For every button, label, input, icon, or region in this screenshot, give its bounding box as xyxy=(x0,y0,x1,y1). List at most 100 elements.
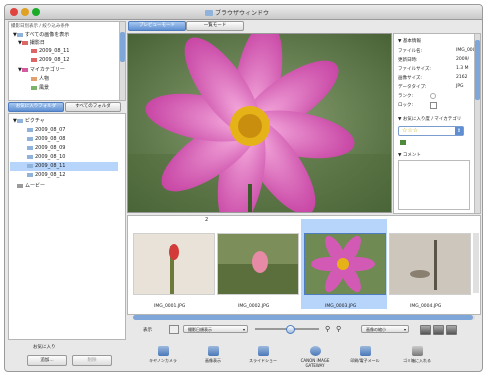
category-icon[interactable] xyxy=(400,140,406,145)
tab-list-mode[interactable]: 一覧モード xyxy=(186,21,244,31)
favorites-label: お気に入り xyxy=(33,345,56,350)
folder-icon xyxy=(27,172,33,177)
camera-icon xyxy=(157,346,169,356)
filter-label: 人物 xyxy=(39,76,50,82)
filter-label: 風景 xyxy=(39,85,50,91)
header-label: コメント xyxy=(402,153,421,158)
tool-canon-image-gateway[interactable]: CANON iMAGE GATEWAY xyxy=(295,346,335,368)
header-label: 基本情報 xyxy=(402,39,421,44)
folder-icon xyxy=(27,127,33,132)
film-icon xyxy=(17,183,23,188)
delete-favorite-button[interactable]: 削除 xyxy=(72,355,112,366)
scroll-thumb[interactable] xyxy=(133,315,473,320)
rotate-left-button[interactable] xyxy=(420,325,431,335)
picture-icon xyxy=(16,32,23,37)
tab-all-folders[interactable]: すべてのフォルダ xyxy=(65,102,121,112)
filter-my-category[interactable]: ▼ マイカテゴリー xyxy=(18,66,65,73)
comment-field[interactable] xyxy=(398,160,470,210)
scroll-thumb[interactable] xyxy=(120,32,125,62)
folder-label: 2009_08_08 xyxy=(35,136,66,142)
tab-label: すべてのフォルダ xyxy=(75,104,111,109)
tool-canon-camera[interactable]: キヤノンカメラ xyxy=(145,346,181,364)
zoom-window-button[interactable] xyxy=(32,8,40,16)
info-label: 更新日時: xyxy=(398,58,418,63)
person-icon xyxy=(31,76,37,81)
tab-preview-mode[interactable]: プレビューモード xyxy=(128,21,186,31)
filter-date-item[interactable]: 2009_08_11 xyxy=(31,48,69,54)
chevron-down-icon: ▾ xyxy=(403,327,406,332)
rating-stars: ☆☆☆ xyxy=(402,127,419,134)
zoom-slider-knob[interactable] xyxy=(286,325,296,334)
thumbnail-5-partial[interactable] xyxy=(473,233,479,293)
tool-print-email[interactable]: 印刷/電子メール xyxy=(345,346,385,364)
filter-all-images[interactable]: ▼ すべての画像を表示 xyxy=(13,31,69,38)
tool-image-view[interactable]: 画像表示 xyxy=(195,346,231,364)
sort-icon[interactable] xyxy=(169,325,179,334)
folder-label: 2009_08_12 xyxy=(35,172,66,178)
thumbnail-3[interactable] xyxy=(304,233,386,295)
sort-select[interactable]: 撮影日順表示 ▾ xyxy=(183,325,248,333)
tool-trash[interactable]: ゴミ箱に入れる xyxy=(397,346,437,364)
rating-select[interactable]: ☆☆☆ ⇕ xyxy=(398,126,464,136)
header-label: お気に入り度 / マイカテゴリ xyxy=(402,117,462,122)
filter-category-item[interactable]: 人物 xyxy=(31,75,49,82)
select-value: 撮影日順表示 xyxy=(188,327,212,332)
zoom-out-icon[interactable]: ⚲ xyxy=(336,325,341,333)
title-bar: ブラウザウィンドウ xyxy=(5,5,482,20)
folder-icon xyxy=(27,145,33,150)
folder-label: 2009_08_07 xyxy=(35,127,66,133)
thumbnail-scrollbar[interactable] xyxy=(133,315,475,320)
folder-item[interactable]: 2009_08_08 xyxy=(27,136,65,142)
info-scrollbar[interactable] xyxy=(474,34,480,213)
thumbnail-label: IMG_0004.JPG xyxy=(410,304,442,309)
filter-scrollbar[interactable] xyxy=(119,22,125,100)
tool-label: ゴミ箱に入れる xyxy=(403,358,431,363)
info-label: ファイル名: xyxy=(398,49,423,54)
heart-icon xyxy=(21,67,28,72)
info-toggle-button[interactable] xyxy=(446,325,457,335)
add-favorite-button[interactable]: 追加... xyxy=(27,355,67,366)
tab-favorite-folders[interactable]: お気に入りフォルダ xyxy=(8,102,64,112)
window-title-text: ブラウザウィンドウ xyxy=(215,10,270,17)
filter-by-date[interactable]: ▼ 撮影日 xyxy=(18,39,45,46)
calendar-icon xyxy=(31,48,37,53)
info-value: JPG xyxy=(456,84,464,89)
filter-date-item[interactable]: 2009_08_12 xyxy=(31,57,69,63)
thumbnail-4[interactable] xyxy=(389,233,471,295)
image-view-icon xyxy=(207,346,219,356)
tab-label: お気に入りフォルダ xyxy=(15,104,57,109)
rotate-right-button[interactable] xyxy=(433,325,444,335)
thumbnail-2[interactable] xyxy=(217,233,299,295)
folder-item[interactable]: 2009_08_12 xyxy=(27,172,65,178)
tab-label: プレビューモード xyxy=(139,23,175,28)
lock-checkbox[interactable] xyxy=(430,102,437,109)
thumbnail-photo xyxy=(134,234,214,294)
filter-category-item[interactable]: 風景 xyxy=(31,84,49,91)
tool-slideshow[interactable]: スライドショー xyxy=(243,346,283,364)
thumbnail-photo xyxy=(218,234,298,294)
folder-item[interactable]: 2009_08_10 xyxy=(27,154,65,160)
folder-icon xyxy=(27,154,33,159)
thumbnail-photo xyxy=(305,234,385,294)
close-window-button[interactable] xyxy=(10,8,18,16)
info-label: 画像サイズ: xyxy=(398,76,422,81)
folder-root[interactable]: ▼ ピクチャ xyxy=(13,117,45,124)
thumbnail-photo xyxy=(390,234,470,294)
zoom-slider[interactable] xyxy=(255,325,319,334)
chevron-down-icon: ▾ xyxy=(242,327,245,332)
scroll-thumb[interactable] xyxy=(475,40,480,100)
folder-movies[interactable]: ムービー xyxy=(17,182,45,189)
zoom-in-icon[interactable]: ⚲ xyxy=(325,325,330,333)
folder-label: 2009_08_09 xyxy=(35,145,66,151)
minimize-window-button[interactable] xyxy=(21,8,29,16)
tool-label: スライドショー xyxy=(249,358,277,363)
scale-select[interactable]: 画像の縮小 ▾ xyxy=(361,325,409,333)
thumbnail-counter: 2 xyxy=(205,217,209,223)
filter-label: 撮影日 xyxy=(29,40,45,46)
folder-icon xyxy=(16,118,23,123)
folder-item[interactable]: 2009_08_07 xyxy=(27,127,65,133)
folder-item-selected[interactable]: 2009_08_11 xyxy=(27,163,65,169)
preview-image xyxy=(127,33,392,213)
folder-item[interactable]: 2009_08_09 xyxy=(27,145,65,151)
thumbnail-1[interactable] xyxy=(133,233,215,295)
